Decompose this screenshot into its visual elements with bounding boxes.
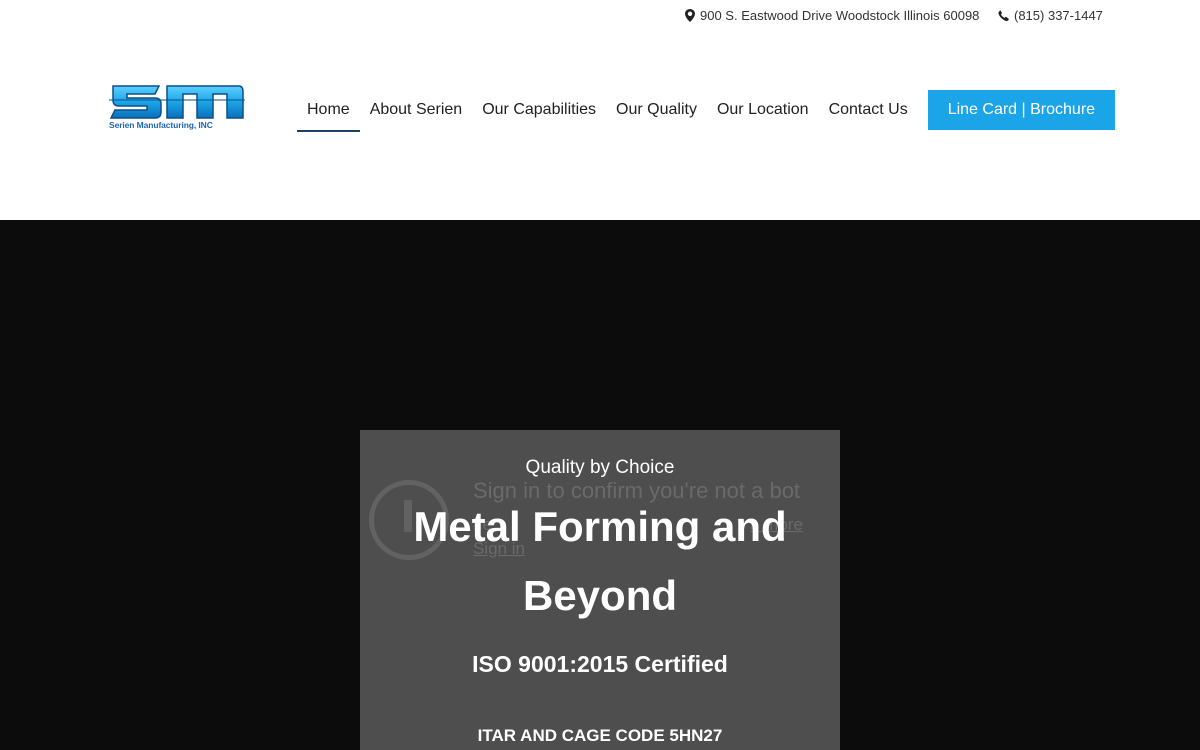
- address: 900 S. Eastwood Drive Woodstock Illinois…: [685, 8, 979, 23]
- sm-logo-icon: [109, 85, 245, 119]
- itar-cage-code: ITAR AND CAGE CODE 5HN27: [477, 726, 723, 745]
- map-pin-icon: [685, 9, 695, 22]
- phone[interactable]: (815) 337-1447: [998, 8, 1103, 23]
- nav-about[interactable]: About Serien: [360, 90, 473, 130]
- nav-quality[interactable]: Our Quality: [606, 90, 707, 130]
- site-header: Serien Manufacturing, INC Home About Ser…: [0, 32, 1200, 220]
- phone-icon: [998, 10, 1009, 21]
- logo-tagline: Serien Manufacturing, INC: [109, 120, 213, 130]
- address-text: 900 S. Eastwood Drive Woodstock Illinois…: [700, 8, 980, 23]
- hero-tagline: Quality by Choice: [525, 457, 675, 478]
- serien-logo[interactable]: Serien Manufacturing, INC: [109, 82, 245, 132]
- iso-certification: ISO 9001:2015 Certified: [472, 651, 728, 677]
- hero-panel: Sign in to confirm you're not a bot he n…: [360, 430, 840, 750]
- line-card-brochure-button[interactable]: Line Card | Brochure: [927, 90, 1116, 130]
- nav-location[interactable]: Our Location: [707, 90, 819, 130]
- main-nav: Home About Serien Our Capabilities Our Q…: [297, 90, 1116, 132]
- nav-contact[interactable]: Contact Us: [819, 90, 918, 130]
- hero-section: Sign in to confirm you're not a bot he n…: [0, 220, 1200, 750]
- hero-headline: Metal Forming and Beyond: [413, 503, 787, 619]
- nav-home[interactable]: Home: [297, 90, 360, 132]
- phone-text: (815) 337-1447: [1014, 8, 1103, 23]
- top-info-bar: 900 S. Eastwood Drive Woodstock Illinois…: [0, 0, 1200, 32]
- nav-capabilities[interactable]: Our Capabilities: [472, 90, 606, 130]
